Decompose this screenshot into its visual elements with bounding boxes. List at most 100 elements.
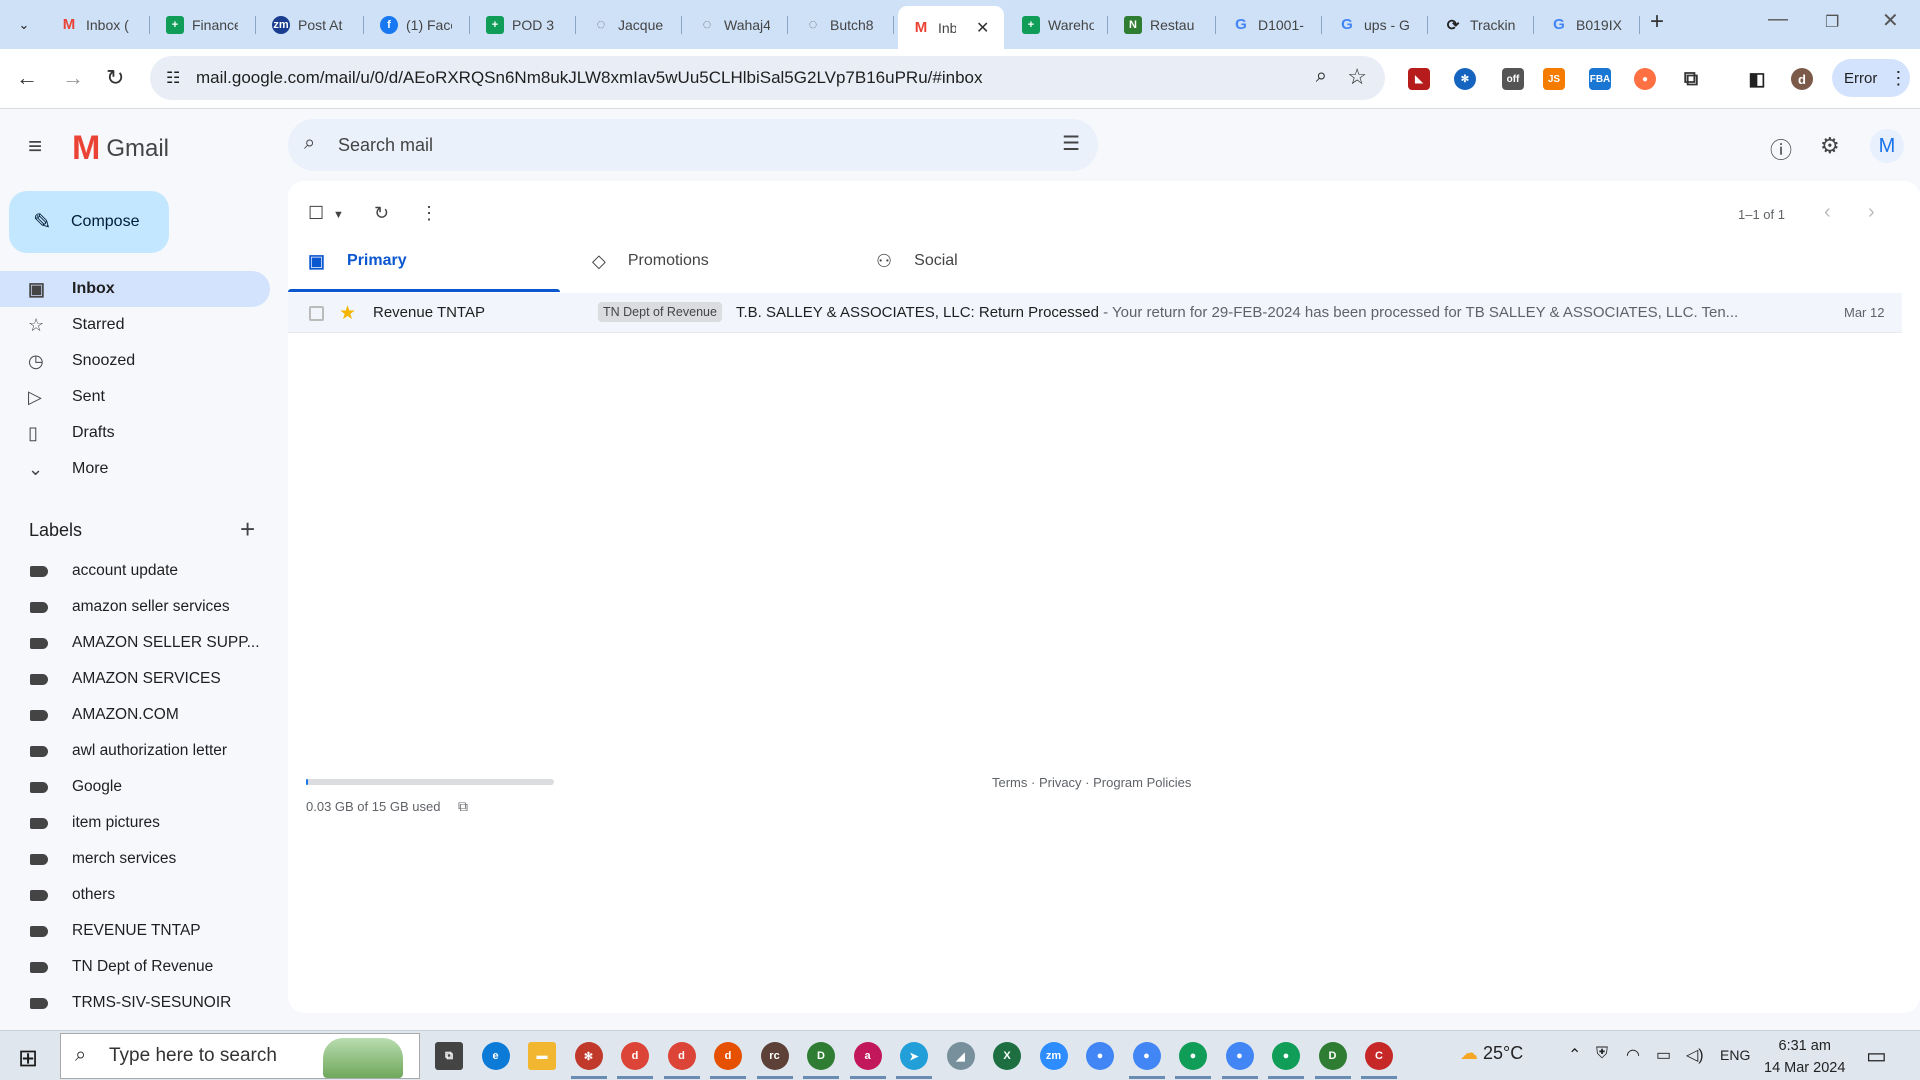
extension-icon[interactable]: off	[1502, 68, 1524, 90]
notifications-icon[interactable]: ▭	[1866, 1043, 1887, 1069]
label-item[interactable]: others	[0, 877, 270, 913]
help-icon[interactable]: ⓘ	[1770, 133, 1792, 165]
label-item[interactable]: Google	[0, 769, 270, 805]
newer-icon[interactable]: ‹	[1824, 201, 1831, 224]
label-chip[interactable]: TN Dept of Revenue	[598, 302, 722, 322]
extension-icon[interactable]: ✻	[1454, 68, 1476, 90]
extensions-puzzle-icon[interactable]: ⧉	[1680, 68, 1702, 90]
profile-avatar[interactable]: d	[1791, 68, 1813, 90]
browser-tab[interactable]: f (1) Face	[366, 6, 470, 43]
tray-overflow-icon[interactable]: ⌃	[1568, 1045, 1581, 1065]
error-button[interactable]: Error ⋮	[1832, 59, 1910, 97]
side-panel-icon[interactable]: ◧	[1746, 68, 1768, 90]
chrome-icon[interactable]: ●	[1268, 1042, 1304, 1079]
chrome-icon[interactable]: d	[663, 1042, 700, 1079]
browser-tab[interactable]: M Inbox (	[46, 6, 150, 43]
browser-tab[interactable]: Gups - G	[1324, 6, 1428, 43]
chrome-icon[interactable]: ●	[1221, 1042, 1258, 1079]
browser-tab[interactable]: + Finance	[152, 6, 256, 43]
main-menu-icon[interactable]: ≡	[28, 133, 42, 161]
browser-tab[interactable]: ◌ Jacque	[578, 6, 682, 43]
browser-tab[interactable]: + POD 3	[472, 6, 576, 43]
file-explorer-icon[interactable]: ▬	[528, 1042, 556, 1070]
nav-item-snoozed[interactable]: ◷ Snoozed	[0, 343, 270, 379]
search-icon[interactable]: ⌕	[304, 132, 315, 155]
more-actions-icon[interactable]: ⋮	[420, 203, 438, 224]
bookmark-star-icon[interactable]: ☆	[1347, 64, 1367, 90]
star-icon[interactable]: ★	[339, 302, 356, 325]
row-checkbox[interactable]	[309, 306, 324, 321]
refresh-icon[interactable]: ↻	[374, 203, 389, 224]
nav-item-sent[interactable]: ▷ Sent	[0, 379, 270, 415]
task-view-icon[interactable]: ⧉	[435, 1042, 463, 1070]
browser-tab[interactable]: ◌ Wahaj4	[684, 6, 788, 43]
label-item[interactable]: TRMS-SIV-SESUNOIR	[0, 985, 270, 1021]
extension-icon[interactable]: ●	[1634, 68, 1656, 90]
chrome-icon[interactable]: C	[1361, 1042, 1397, 1079]
search-options-icon[interactable]: ☰	[1062, 131, 1080, 156]
restore-icon[interactable]: ❐	[1825, 12, 1839, 32]
chrome-icon[interactable]: ●	[1128, 1042, 1165, 1079]
label-item[interactable]: TN Dept of Revenue	[0, 949, 270, 985]
app-icon[interactable]: ◢	[946, 1042, 975, 1070]
compose-button[interactable]: ✎ Compose	[9, 191, 169, 253]
gear-icon[interactable]: ⚙	[1820, 133, 1840, 159]
back-icon[interactable]: ←	[16, 65, 38, 91]
tab-promotions[interactable]: ◇ Promotions	[592, 229, 709, 293]
zoom-icon[interactable]: zm	[1039, 1042, 1068, 1070]
app-icon[interactable]: ✻	[570, 1042, 607, 1079]
account-avatar[interactable]: M	[1870, 129, 1904, 163]
reload-icon[interactable]: ↻	[106, 65, 124, 91]
label-item[interactable]: AMAZON SELLER SUPP...	[0, 625, 270, 661]
tab-social[interactable]: ⚇ Social	[876, 229, 958, 293]
edge-icon[interactable]: e	[481, 1042, 510, 1070]
label-item[interactable]: AMAZON.COM	[0, 697, 270, 733]
tab-primary[interactable]: ▣ Primary	[308, 229, 407, 293]
label-item[interactable]: account update	[0, 553, 270, 589]
site-info-icon[interactable]: ☷	[166, 68, 180, 88]
label-item[interactable]: awl authorization letter	[0, 733, 270, 769]
chrome-icon[interactable]: d	[710, 1042, 746, 1079]
browser-tab[interactable]: G B019IX	[1536, 6, 1640, 43]
email-row[interactable]: ★ Revenue TNTAP TN Dept of Revenue T.B. …	[288, 293, 1902, 333]
nav-item-drafts[interactable]: ▯ Drafts	[0, 415, 270, 451]
search-input[interactable]: ⌕ Search mail ☰	[288, 119, 1098, 171]
chrome-icon[interactable]: ●	[1175, 1042, 1211, 1079]
nav-item-inbox[interactable]: ▣ Inbox	[0, 271, 270, 307]
volume-icon[interactable]: ◁)	[1686, 1045, 1704, 1065]
label-item[interactable]: merch services	[0, 841, 270, 877]
weather-widget[interactable]: ☁ 25°C	[1460, 1043, 1523, 1064]
forward-icon[interactable]: →	[62, 65, 84, 91]
browser-tab[interactable]: + Wareho	[1008, 6, 1108, 43]
label-item[interactable]: REVENUE TNTAP	[0, 913, 270, 949]
nav-item-starred[interactable]: ☆ Starred	[0, 307, 270, 343]
chrome-icon[interactable]: d	[617, 1042, 653, 1079]
add-label-icon[interactable]: +	[240, 514, 255, 545]
gmail-logo[interactable]: M Gmail	[72, 129, 169, 168]
nav-item-more[interactable]: ⌄ More	[0, 451, 270, 487]
security-icon[interactable]: ⛨	[1596, 1045, 1608, 1063]
footer-links[interactable]: Terms · Privacy · Program Policies	[992, 775, 1191, 790]
tab-search-button[interactable]: ⌄	[8, 10, 40, 40]
chrome-icon[interactable]: D	[1314, 1042, 1351, 1079]
language-indicator[interactable]: ENG	[1720, 1047, 1750, 1063]
chrome-icon[interactable]: ●	[1086, 1042, 1114, 1070]
browser-tab[interactable]: ◌ Butch8	[790, 6, 894, 43]
extension-icon[interactable]: FBA	[1589, 68, 1611, 90]
select-checkbox[interactable]: ☐	[308, 203, 324, 224]
browser-tab[interactable]: zm Post At	[258, 6, 364, 43]
chrome-icon[interactable]: a	[849, 1042, 886, 1079]
window-close-icon[interactable]: ✕	[1882, 8, 1899, 33]
chrome-icon[interactable]: rc	[756, 1042, 793, 1079]
browser-tab[interactable]: G D1001-	[1218, 6, 1322, 43]
open-external-icon[interactable]: ⧉	[458, 798, 468, 814]
clock[interactable]: 6:31 am 14 Mar 2024	[1764, 1035, 1845, 1079]
taskbar-search-input[interactable]: ⌕ Type here to search	[60, 1033, 420, 1079]
select-dropdown-icon[interactable]: ▼	[333, 209, 344, 221]
windows-start-icon[interactable]: ⊞	[18, 1044, 38, 1073]
battery-icon[interactable]: ▭	[1656, 1045, 1671, 1065]
new-tab-button[interactable]: +	[1650, 8, 1664, 36]
address-bar[interactable]: ☷ mail.google.com/mail/u/0/d/AEoRXRQSn6N…	[150, 56, 1385, 100]
older-icon[interactable]: ›	[1868, 201, 1875, 224]
chrome-icon[interactable]: D	[803, 1042, 839, 1079]
